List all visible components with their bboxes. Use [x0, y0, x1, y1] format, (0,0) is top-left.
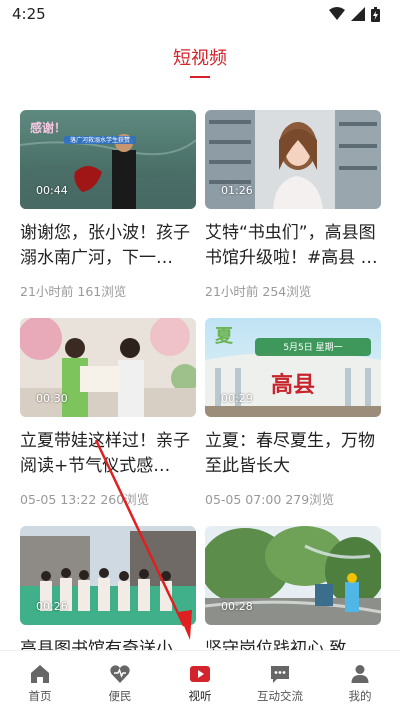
video-card[interactable]: 00:28 坚守岗位践初心 致…	[205, 526, 381, 650]
video-title[interactable]: 高县图书馆有奇送小…	[20, 637, 196, 650]
nav-label: 我的	[348, 689, 372, 703]
nav-label: 视听	[188, 689, 212, 703]
title-underline	[190, 76, 210, 78]
video-meta: 21小时前 254浏览	[205, 281, 381, 300]
video-card[interactable]: 01:26 艾特“书虫们”，高县图书馆升级啦！#高县 … 21小时前 254浏览	[205, 110, 381, 300]
video-thumbnail[interactable]: 5月5日 星期一 夏 高县 00:29	[205, 318, 381, 417]
video-views: 161浏览	[77, 284, 127, 299]
chat-icon	[271, 666, 289, 683]
wifi-icon	[329, 7, 345, 20]
status-icons	[329, 6, 380, 22]
thumb-banner: 5月5日 星期一	[283, 342, 342, 353]
battery-icon	[371, 6, 380, 22]
video-card[interactable]: 00:26 高县图书馆有奇送小…	[20, 526, 196, 650]
heart-icon	[110, 665, 130, 683]
person-icon	[351, 665, 369, 683]
video-views: 254浏览	[262, 284, 312, 299]
video-feed[interactable]: 落广河救溺水学生获赞 感谢！ 00:44 谢谢您，张小波！孩子溺水南广河，下一……	[0, 110, 400, 650]
video-card[interactable]: 5月5日 星期一 夏 高县 00:29 立夏：春尽夏生，万物至此皆长大 05-0…	[205, 318, 381, 508]
home-icon	[31, 665, 49, 683]
video-duration: 01:26	[221, 184, 253, 197]
video-card[interactable]: 00:30 立夏带娃这样过！亲子阅读+节气仪式感… 05-05 13:22 26…	[20, 318, 196, 508]
nav-label: 便民	[108, 689, 132, 703]
nav-item-home[interactable]: 首页	[0, 651, 80, 711]
thumb-overlay-text: 感谢！	[30, 120, 66, 135]
bottom-nav: 首页 便民 视听 互动交流 我的	[0, 650, 400, 711]
thumb-corner: 夏	[215, 326, 234, 347]
video-views: 279浏览	[285, 492, 335, 507]
play-icon	[190, 666, 210, 682]
signal-icon	[351, 7, 365, 21]
video-title[interactable]: 艾特“书虫们”，高县图书馆升级啦！#高县 …	[205, 221, 381, 271]
thumb-subtitle: 落广河救溺水学生获赞	[70, 136, 130, 144]
video-duration: 00:29	[221, 392, 253, 405]
video-title[interactable]: 坚守岗位践初心 致…	[205, 637, 381, 650]
video-duration: 00:44	[36, 184, 68, 197]
nav-item-profile[interactable]: 我的	[320, 651, 400, 711]
video-duration: 00:28	[221, 600, 253, 613]
video-duration: 00:26	[36, 600, 68, 613]
video-thumbnail[interactable]: 01:26	[205, 110, 381, 209]
nav-item-interaction[interactable]: 互动交流	[240, 651, 320, 711]
page-title[interactable]: 短视频	[0, 44, 400, 70]
video-time: 05-05 07:00	[205, 492, 282, 507]
video-thumbnail[interactable]: 落广河救溺水学生获赞 感谢！ 00:44	[20, 110, 196, 209]
nav-item-media[interactable]: 视听	[160, 651, 240, 711]
video-meta: 05-05 13:22 260浏览	[20, 489, 196, 508]
status-time: 4:25	[12, 5, 46, 23]
video-thumbnail[interactable]: 00:26	[20, 526, 196, 625]
video-time: 21小时前	[205, 284, 259, 299]
video-title[interactable]: 谢谢您，张小波！孩子溺水南广河，下一…	[20, 221, 196, 271]
video-time: 05-05 13:22	[20, 492, 97, 507]
nav-label: 首页	[28, 689, 52, 703]
nav-label: 互动交流	[257, 689, 303, 703]
video-views: 260浏览	[100, 492, 150, 507]
thumb-overlay-text: 高县	[271, 372, 315, 398]
video-title[interactable]: 立夏带娃这样过！亲子阅读+节气仪式感…	[20, 429, 196, 479]
nav-item-services[interactable]: 便民	[80, 651, 160, 711]
video-thumbnail[interactable]: 00:30	[20, 318, 196, 417]
video-duration: 00:30	[36, 392, 68, 405]
video-card[interactable]: 落广河救溺水学生获赞 感谢！ 00:44 谢谢您，张小波！孩子溺水南广河，下一……	[20, 110, 196, 300]
status-bar: 4:25	[0, 0, 400, 28]
video-time: 21小时前	[20, 284, 74, 299]
video-meta: 05-05 07:00 279浏览	[205, 489, 381, 508]
video-thumbnail[interactable]: 00:28	[205, 526, 381, 625]
video-meta: 21小时前 161浏览	[20, 281, 196, 300]
video-title[interactable]: 立夏：春尽夏生，万物至此皆长大	[205, 429, 381, 479]
